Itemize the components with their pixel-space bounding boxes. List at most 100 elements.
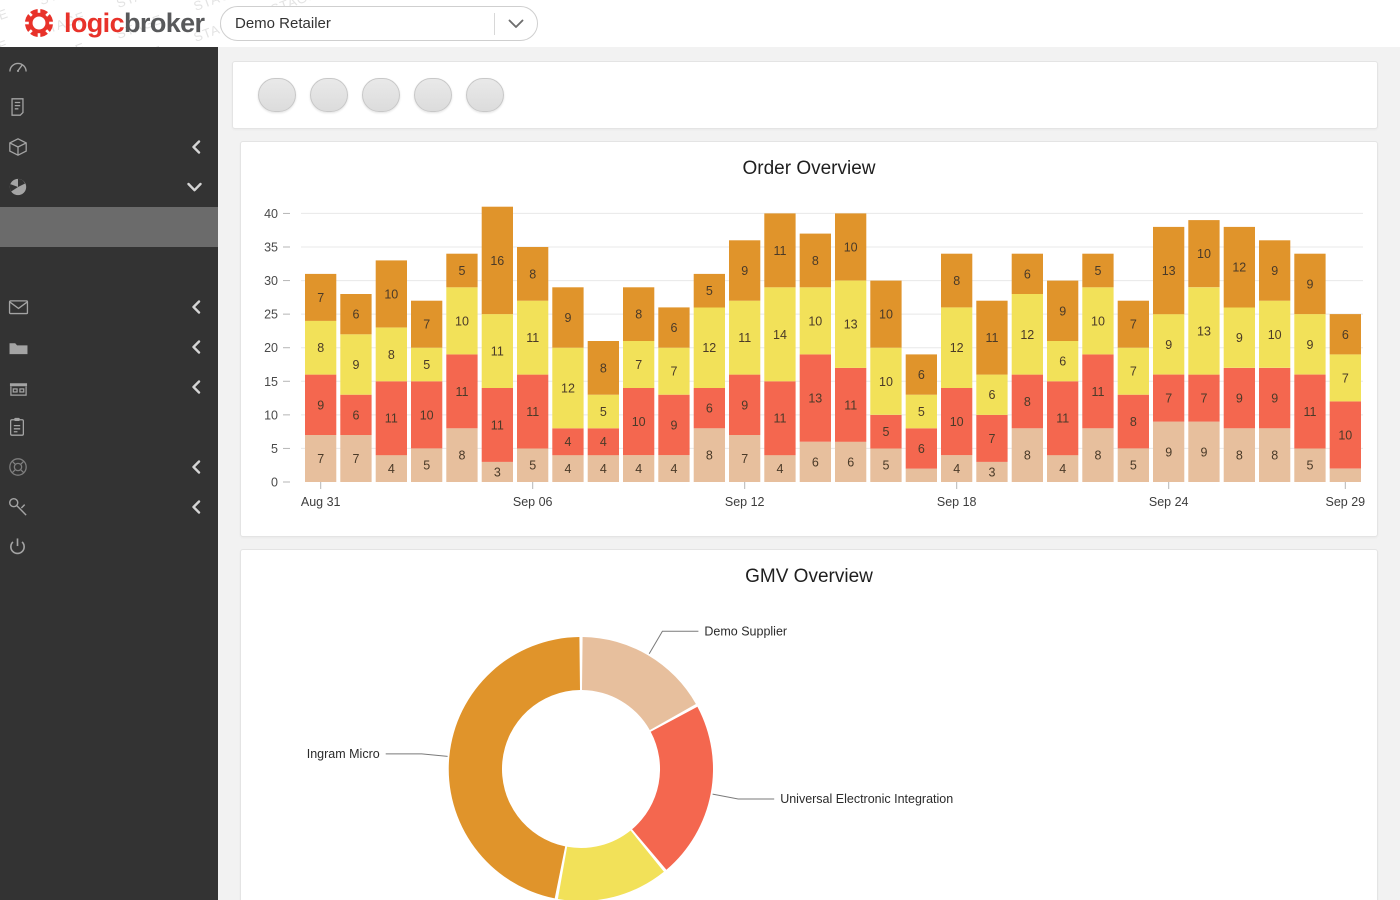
svg-text:10: 10: [950, 415, 964, 429]
svg-text:6: 6: [989, 388, 996, 402]
svg-text:7: 7: [989, 432, 996, 446]
svg-text:7: 7: [1130, 318, 1137, 332]
pie-chart-icon: [8, 177, 38, 197]
svg-text:7: 7: [1342, 371, 1349, 385]
svg-text:6: 6: [353, 408, 360, 422]
sidebar-item-products[interactable]: [0, 127, 218, 167]
chevron-left-icon[interactable]: [190, 500, 202, 514]
sidebar-item-help-center[interactable]: [0, 447, 218, 487]
svg-text:9: 9: [1165, 445, 1172, 459]
svg-text:Sep 12: Sep 12: [725, 495, 765, 509]
gmv-overview-donut-chart[interactable]: Demo Supplier Universal Electronic Integr…: [241, 594, 1377, 900]
svg-text:9: 9: [353, 358, 360, 372]
sidebar-item-settings[interactable]: [0, 487, 218, 527]
svg-text:7: 7: [1201, 392, 1208, 406]
svg-text:7: 7: [671, 365, 678, 379]
svg-text:11: 11: [491, 418, 504, 432]
logicbroker-logo[interactable]: logicbroker: [22, 6, 205, 40]
svg-text:4: 4: [777, 462, 784, 476]
svg-text:5: 5: [423, 358, 430, 372]
svg-text:10: 10: [632, 415, 646, 429]
svg-text:10: 10: [420, 408, 434, 422]
svg-text:3: 3: [989, 465, 996, 479]
svg-text:9: 9: [1236, 331, 1243, 345]
chevron-left-icon[interactable]: [190, 380, 202, 394]
app-header: STAGESTAGESTAGESTAGESTAGESTAGESTAGESTAGE…: [0, 0, 1400, 47]
svg-text:8: 8: [1024, 395, 1031, 409]
export-configuration-button[interactable]: [414, 78, 452, 112]
logo-text-logic: logic: [64, 7, 125, 38]
sidebar-item-standard[interactable]: [0, 207, 218, 247]
order-overview-title: Order Overview: [742, 158, 876, 179]
import-configuration-button[interactable]: [466, 78, 504, 112]
svg-text:11: 11: [456, 385, 469, 399]
new-report-button[interactable]: [258, 78, 296, 112]
sidebar-item-testing[interactable]: [0, 407, 218, 447]
svg-text:9: 9: [1307, 277, 1314, 291]
svg-text:4: 4: [388, 462, 395, 476]
svg-text:11: 11: [774, 412, 787, 426]
sidebar-item-files[interactable]: [0, 327, 218, 367]
sidebar-item-orders[interactable]: [0, 87, 218, 127]
svg-text:11: 11: [844, 398, 857, 412]
svg-text:4: 4: [600, 462, 607, 476]
svg-text:11: 11: [526, 405, 539, 419]
svg-text:5: 5: [600, 405, 607, 419]
svg-text:6: 6: [918, 368, 925, 382]
svg-text:5: 5: [883, 425, 890, 439]
svg-text:11: 11: [491, 345, 504, 359]
svg-text:5: 5: [1095, 264, 1102, 278]
retailer-dropdown[interactable]: Demo Retailer: [220, 6, 538, 41]
svg-text:9: 9: [671, 418, 678, 432]
sidebar-item-sign-out[interactable]: [0, 527, 218, 567]
svg-text:11: 11: [1092, 385, 1105, 399]
svg-text:6: 6: [1059, 355, 1066, 369]
svg-text:6: 6: [671, 321, 678, 335]
sidebar-item-dashboard[interactable]: [0, 47, 218, 87]
svg-text:8: 8: [529, 267, 536, 281]
chevron-left-icon[interactable]: [190, 340, 202, 354]
svg-text:9: 9: [1201, 445, 1208, 459]
svg-text:9: 9: [741, 398, 748, 412]
svg-text:40: 40: [264, 207, 278, 221]
svg-text:13: 13: [808, 392, 822, 406]
svg-text:8: 8: [812, 254, 819, 268]
svg-text:0: 0: [271, 476, 278, 490]
svg-text:13: 13: [844, 318, 858, 332]
svg-text:Sep 06: Sep 06: [513, 495, 553, 509]
chevron-left-icon[interactable]: [190, 140, 202, 154]
chevron-down-icon[interactable]: [187, 182, 202, 193]
sidebar-item-suppliers[interactable]: [0, 367, 218, 407]
svg-text:9: 9: [1059, 304, 1066, 318]
svg-text:4: 4: [1059, 462, 1066, 476]
svg-text:8: 8: [1130, 415, 1137, 429]
svg-text:7: 7: [741, 452, 748, 466]
chevron-left-icon[interactable]: [190, 460, 202, 474]
new-chart-button[interactable]: [310, 78, 348, 112]
svg-text:7: 7: [317, 291, 324, 305]
clipboard-icon: [8, 417, 38, 437]
svg-text:14: 14: [773, 328, 787, 342]
sidebar-item-message-center[interactable]: [0, 287, 218, 327]
svg-text:Sep 29: Sep 29: [1325, 495, 1365, 509]
svg-text:5: 5: [1130, 459, 1137, 473]
sidebar-item-analytics[interactable]: [0, 247, 218, 287]
chevron-left-icon[interactable]: [190, 300, 202, 314]
svg-text:6: 6: [847, 455, 854, 469]
svg-text:12: 12: [950, 341, 964, 355]
order-overview-bar-chart[interactable]: 0 5 10 15 20 25 30 35 40 7 9 8 7 7 6 9 6 4 11 8 10 5 10 5 7 8 11 10…: [241, 186, 1377, 526]
svg-text:8: 8: [600, 361, 607, 375]
gauge-icon: [8, 58, 38, 76]
svg-text:12: 12: [561, 382, 575, 396]
svg-text:10: 10: [1338, 429, 1352, 443]
svg-text:3: 3: [494, 465, 501, 479]
svg-text:4: 4: [953, 462, 960, 476]
svg-text:8: 8: [953, 274, 960, 288]
svg-text:Demo Supplier: Demo Supplier: [704, 624, 787, 638]
main-content: Order Overview 0 5 10 15 20 25 30 35 40 7 9 8 7 7 6 9 6 4…: [218, 47, 1400, 900]
sidebar-item-reports[interactable]: [0, 167, 218, 207]
chevron-down-icon[interactable]: [495, 19, 537, 29]
svg-text:9: 9: [1271, 392, 1278, 406]
reset-to-default-button[interactable]: [362, 78, 400, 112]
svg-text:11: 11: [986, 331, 999, 345]
